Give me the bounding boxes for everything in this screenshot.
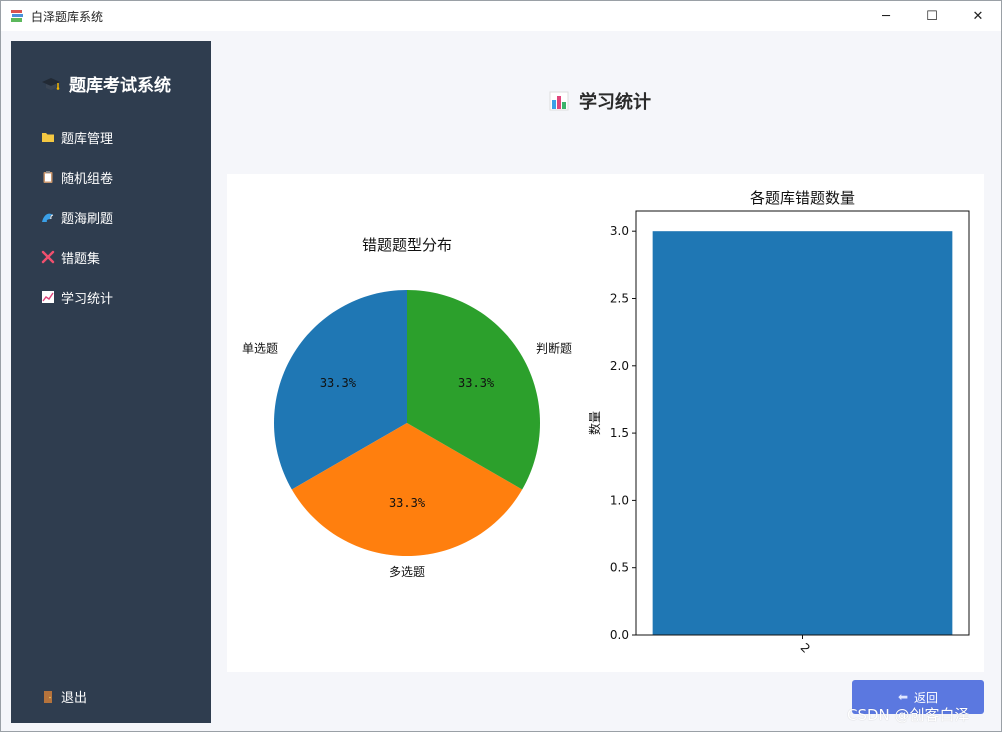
pie-value-label: 33.3%	[320, 376, 357, 390]
sidebar-item-label: 学习统计	[61, 291, 114, 307]
clipboard-icon	[43, 171, 53, 183]
minimize-button[interactable]: ─	[863, 1, 909, 31]
window-controls: ─ ☐ ✕	[863, 1, 1001, 31]
sidebar-item-practice[interactable]: 题海刷题	[41, 207, 113, 227]
window-title: 白泽题库系统	[31, 9, 104, 24]
door-icon	[44, 690, 52, 703]
graduation-cap-icon	[42, 77, 60, 90]
y-tick-label: 0.0	[610, 628, 629, 642]
books-icon	[11, 10, 23, 22]
brand-title: 题库考试系统	[69, 76, 171, 96]
sidebar-item-wrong-questions[interactable]: 错题集	[41, 247, 113, 267]
cross-icon	[41, 250, 55, 264]
maximize-button[interactable]: ☐	[909, 1, 955, 31]
bar-chart-title: 各题库错题数量	[750, 189, 855, 207]
charts-canvas: 错题题型分布 33.3% 单选题 33.3% 多选题 33.3% 判断题 各题库错题数量 2 0.…	[242, 189, 970, 656]
back-button-label: 返回	[914, 690, 939, 705]
sidebar-item-label: 错题集	[61, 251, 101, 267]
sidebar-nav: 题库管理 随机组卷 题海刷题 错题集 学习统计	[41, 127, 113, 327]
watermark: CSDN @创客白泽	[847, 706, 970, 724]
bar-chart-icon	[549, 91, 569, 111]
sidebar-item-exit[interactable]: 退出	[41, 687, 87, 706]
title-bar: 白泽题库系统 ─ ☐ ✕	[1, 1, 1001, 31]
sidebar-item-label: 随机组卷	[61, 171, 114, 187]
sidebar-item-statistics[interactable]: 学习统计	[41, 287, 113, 307]
page-title-text: 学习统计	[579, 92, 651, 113]
y-tick-label: 0.5	[610, 561, 629, 575]
wave-icon	[42, 213, 54, 222]
y-tick-label: 3.0	[610, 224, 629, 238]
trend-chart-icon	[42, 291, 54, 303]
x-tick-label: 2	[798, 641, 813, 656]
y-axis-label: 数量	[587, 411, 602, 435]
app-window: 白泽题库系统 ─ ☐ ✕ 题库考试系统 题库管理 随机组卷 题海刷题 错题集 学…	[0, 0, 1002, 732]
pie-value-label: 33.3%	[458, 376, 495, 390]
pie-chart-title: 错题题型分布	[362, 236, 452, 254]
sidebar-item-label: 题库管理	[61, 131, 114, 147]
y-tick-label: 1.5	[610, 426, 629, 440]
close-button[interactable]: ✕	[955, 1, 1001, 31]
pie-value-label: 33.3%	[389, 496, 426, 510]
bar	[652, 231, 953, 635]
chart-panel: 错题题型分布 33.3% 单选题 33.3% 多选题 33.3% 判断题 各题库错题数量 2 0.…	[227, 174, 984, 672]
page-title: 学习统计	[549, 88, 651, 114]
pie-category-label: 判断题	[536, 341, 572, 356]
sidebar-item-random-paper[interactable]: 随机组卷	[41, 167, 113, 187]
back-arrow-icon: ⬅	[897, 690, 909, 704]
sidebar: 题库考试系统 题库管理 随机组卷 题海刷题 错题集 学习统计 退出	[11, 41, 211, 723]
pie-category-label: 单选题	[242, 342, 278, 356]
y-tick-label: 2.0	[610, 359, 629, 373]
pie-category-label: 多选题	[389, 565, 425, 579]
y-tick-label: 2.5	[610, 291, 629, 305]
y-tick-label: 1.0	[610, 493, 629, 507]
sidebar-brand: 题库考试系统	[41, 71, 171, 96]
folder-icon	[42, 133, 54, 142]
exit-label: 退出	[61, 691, 88, 706]
sidebar-item-label: 题海刷题	[61, 211, 114, 227]
sidebar-item-question-bank[interactable]: 题库管理	[41, 127, 113, 147]
